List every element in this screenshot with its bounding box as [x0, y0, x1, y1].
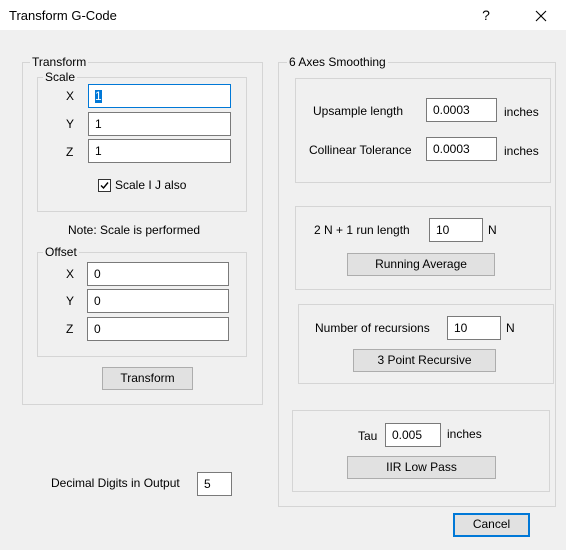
upsample-input[interactable]: 0.0003: [426, 98, 497, 122]
decimal-digits-label: Decimal Digits in Output: [51, 476, 180, 490]
upsample-panel: [295, 78, 551, 183]
collinear-label: Collinear Tolerance: [309, 143, 412, 157]
offset-x-input[interactable]: 0: [87, 262, 229, 286]
transform-button[interactable]: Transform: [102, 367, 193, 390]
cancel-button[interactable]: Cancel: [453, 513, 530, 537]
checkmark-icon: [100, 182, 109, 190]
window-title: Transform G-Code: [9, 8, 117, 23]
smoothing-legend: 6 Axes Smoothing: [287, 55, 388, 69]
tau-input[interactable]: 0.005: [385, 423, 441, 447]
scale-x-value: 1: [95, 89, 102, 103]
close-button[interactable]: [526, 4, 556, 26]
run-length-label: 2 N + 1 run length: [314, 223, 410, 237]
offset-z-label: Z: [66, 322, 74, 336]
running-average-panel: [295, 206, 551, 290]
offset-legend: Offset: [43, 245, 79, 259]
scale-z-label: Z: [66, 145, 74, 159]
decimal-digits-input[interactable]: 5: [197, 472, 232, 496]
collinear-unit: inches: [504, 144, 539, 158]
recursive-button[interactable]: 3 Point Recursive: [353, 349, 496, 372]
close-icon: [535, 10, 547, 22]
tau-label: Tau: [358, 429, 378, 443]
scale-y-label: Y: [66, 117, 75, 131]
run-length-input[interactable]: 10: [429, 218, 483, 242]
scale-z-input[interactable]: 1: [88, 139, 231, 163]
scale-ij-checkbox[interactable]: [98, 179, 111, 192]
title-bar: Transform G-Code ?: [0, 0, 566, 31]
scale-legend: Scale: [43, 70, 78, 84]
offset-y-input[interactable]: 0: [87, 289, 229, 313]
run-length-unit: N: [488, 223, 497, 237]
offset-z-input[interactable]: 0: [87, 317, 229, 341]
help-button[interactable]: ?: [476, 4, 496, 26]
scale-y-input[interactable]: 1: [88, 112, 231, 136]
collinear-input[interactable]: 0.0003: [426, 137, 497, 161]
recursive-panel: [298, 304, 554, 384]
recursions-input[interactable]: 10: [447, 316, 501, 340]
upsample-label: Upsample length: [313, 104, 404, 118]
recursions-label: Number of recursions: [315, 321, 430, 335]
recursions-unit: N: [506, 321, 515, 335]
transform-legend: Transform: [30, 55, 89, 69]
iir-low-pass-button[interactable]: IIR Low Pass: [347, 456, 496, 479]
scale-x-label: X: [66, 89, 75, 103]
scale-note: Note: Scale is performed: [68, 223, 201, 237]
scale-x-input[interactable]: 1: [88, 84, 231, 108]
tau-unit: inches: [447, 427, 482, 441]
upsample-unit: inches: [504, 105, 539, 119]
offset-y-label: Y: [66, 294, 75, 308]
offset-x-label: X: [66, 267, 75, 281]
scale-ij-label: Scale I J also: [115, 178, 187, 192]
running-average-button[interactable]: Running Average: [347, 253, 495, 276]
